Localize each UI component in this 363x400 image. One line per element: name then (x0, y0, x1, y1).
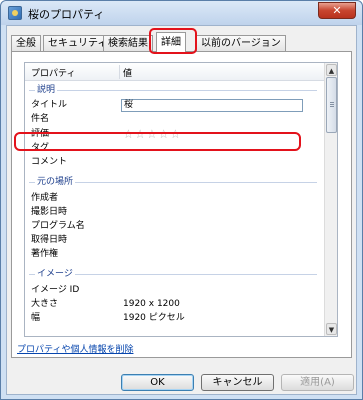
property-name: 著作権 (31, 249, 59, 259)
column-header-property[interactable]: プロパティ (31, 66, 75, 79)
tab-previous-versions[interactable]: 以前のバージョン (196, 35, 286, 52)
details-panel: プロパティ 値 説明 タイトル 桜 件名 評価 ☆☆☆☆☆ タグ コメント 元の… (11, 51, 352, 358)
scroll-down-arrow-icon[interactable]: ▼ (326, 323, 337, 335)
close-button[interactable]: ✕ (318, 2, 356, 19)
apply-button[interactable]: 適用(A) (281, 374, 354, 391)
group-description: 説明 (25, 83, 325, 97)
title-bar[interactable]: 桜のプロパティ ✕ (1, 1, 362, 25)
row-comments[interactable]: コメント (25, 155, 325, 169)
group-divider (29, 90, 317, 91)
row-title[interactable]: タイトル 桜 (25, 98, 325, 112)
group-origin: 元の場所 (25, 175, 325, 189)
group-label: 説明 (35, 83, 58, 97)
property-name: プログラム名 (31, 221, 85, 231)
property-name: タイトル (31, 100, 68, 110)
property-name: 取得日時 (31, 235, 68, 245)
tab-security[interactable]: セキュリティ (43, 35, 113, 52)
group-image: イメージ (25, 267, 325, 281)
row-subject[interactable]: 件名 (25, 112, 325, 126)
cancel-button[interactable]: キャンセル (201, 374, 274, 391)
ok-button[interactable]: OK (121, 374, 194, 391)
row-copyright[interactable]: 著作権 (25, 247, 325, 261)
row-image-id[interactable]: イメージ ID (25, 283, 325, 297)
dialog-body: 全般 セキュリティ 検索結果 詳細 以前のバージョン プロパティ 値 説明 タイ… (6, 25, 357, 395)
group-label: イメージ (35, 267, 75, 281)
scrollbar-thumb[interactable] (326, 77, 337, 133)
property-value: 1920 ピクセル (123, 313, 185, 323)
list-header: プロパティ 値 (25, 63, 325, 81)
row-program-name[interactable]: プログラム名 (25, 219, 325, 233)
column-separator (119, 65, 120, 79)
property-list[interactable]: プロパティ 値 説明 タイトル 桜 件名 評価 ☆☆☆☆☆ タグ コメント 元の… (24, 62, 338, 337)
property-name: コメント (31, 157, 68, 167)
property-name: 件名 (31, 114, 50, 124)
tab-general[interactable]: 全般 (11, 35, 41, 52)
properties-dialog: 桜のプロパティ ✕ 全般 セキュリティ 検索結果 詳細 以前のバージョン プロパ… (0, 0, 363, 400)
details-tab-highlight (149, 28, 197, 54)
property-name: イメージ ID (31, 285, 80, 295)
row-dimensions[interactable]: 大きさ 1920 x 1200 (25, 297, 325, 311)
property-name: 作成者 (31, 193, 59, 203)
title-value-input[interactable]: 桜 (121, 99, 303, 112)
property-value: 1920 x 1200 (123, 299, 180, 309)
group-label: 元の場所 (35, 175, 76, 189)
remove-properties-link[interactable]: プロパティや個人情報を削除 (17, 342, 133, 355)
property-name: 大きさ (31, 299, 59, 309)
row-authors[interactable]: 作成者 (25, 191, 325, 205)
row-width[interactable]: 幅 1920 ピクセル (25, 311, 325, 325)
image-file-icon (8, 6, 22, 20)
property-name: 撮影日時 (31, 207, 68, 217)
title-row-highlight (14, 132, 301, 151)
window-title: 桜のプロパティ (28, 8, 105, 21)
property-name: 幅 (31, 313, 41, 323)
vertical-scrollbar[interactable]: ▲ ▼ (324, 63, 337, 336)
tab-search-results[interactable]: 検索結果 (103, 35, 153, 52)
row-date-acquired[interactable]: 取得日時 (25, 233, 325, 247)
column-header-value[interactable]: 値 (123, 66, 132, 79)
row-date-taken[interactable]: 撮影日時 (25, 205, 325, 219)
scroll-up-arrow-icon[interactable]: ▲ (326, 64, 337, 76)
grip-icon (330, 102, 334, 103)
